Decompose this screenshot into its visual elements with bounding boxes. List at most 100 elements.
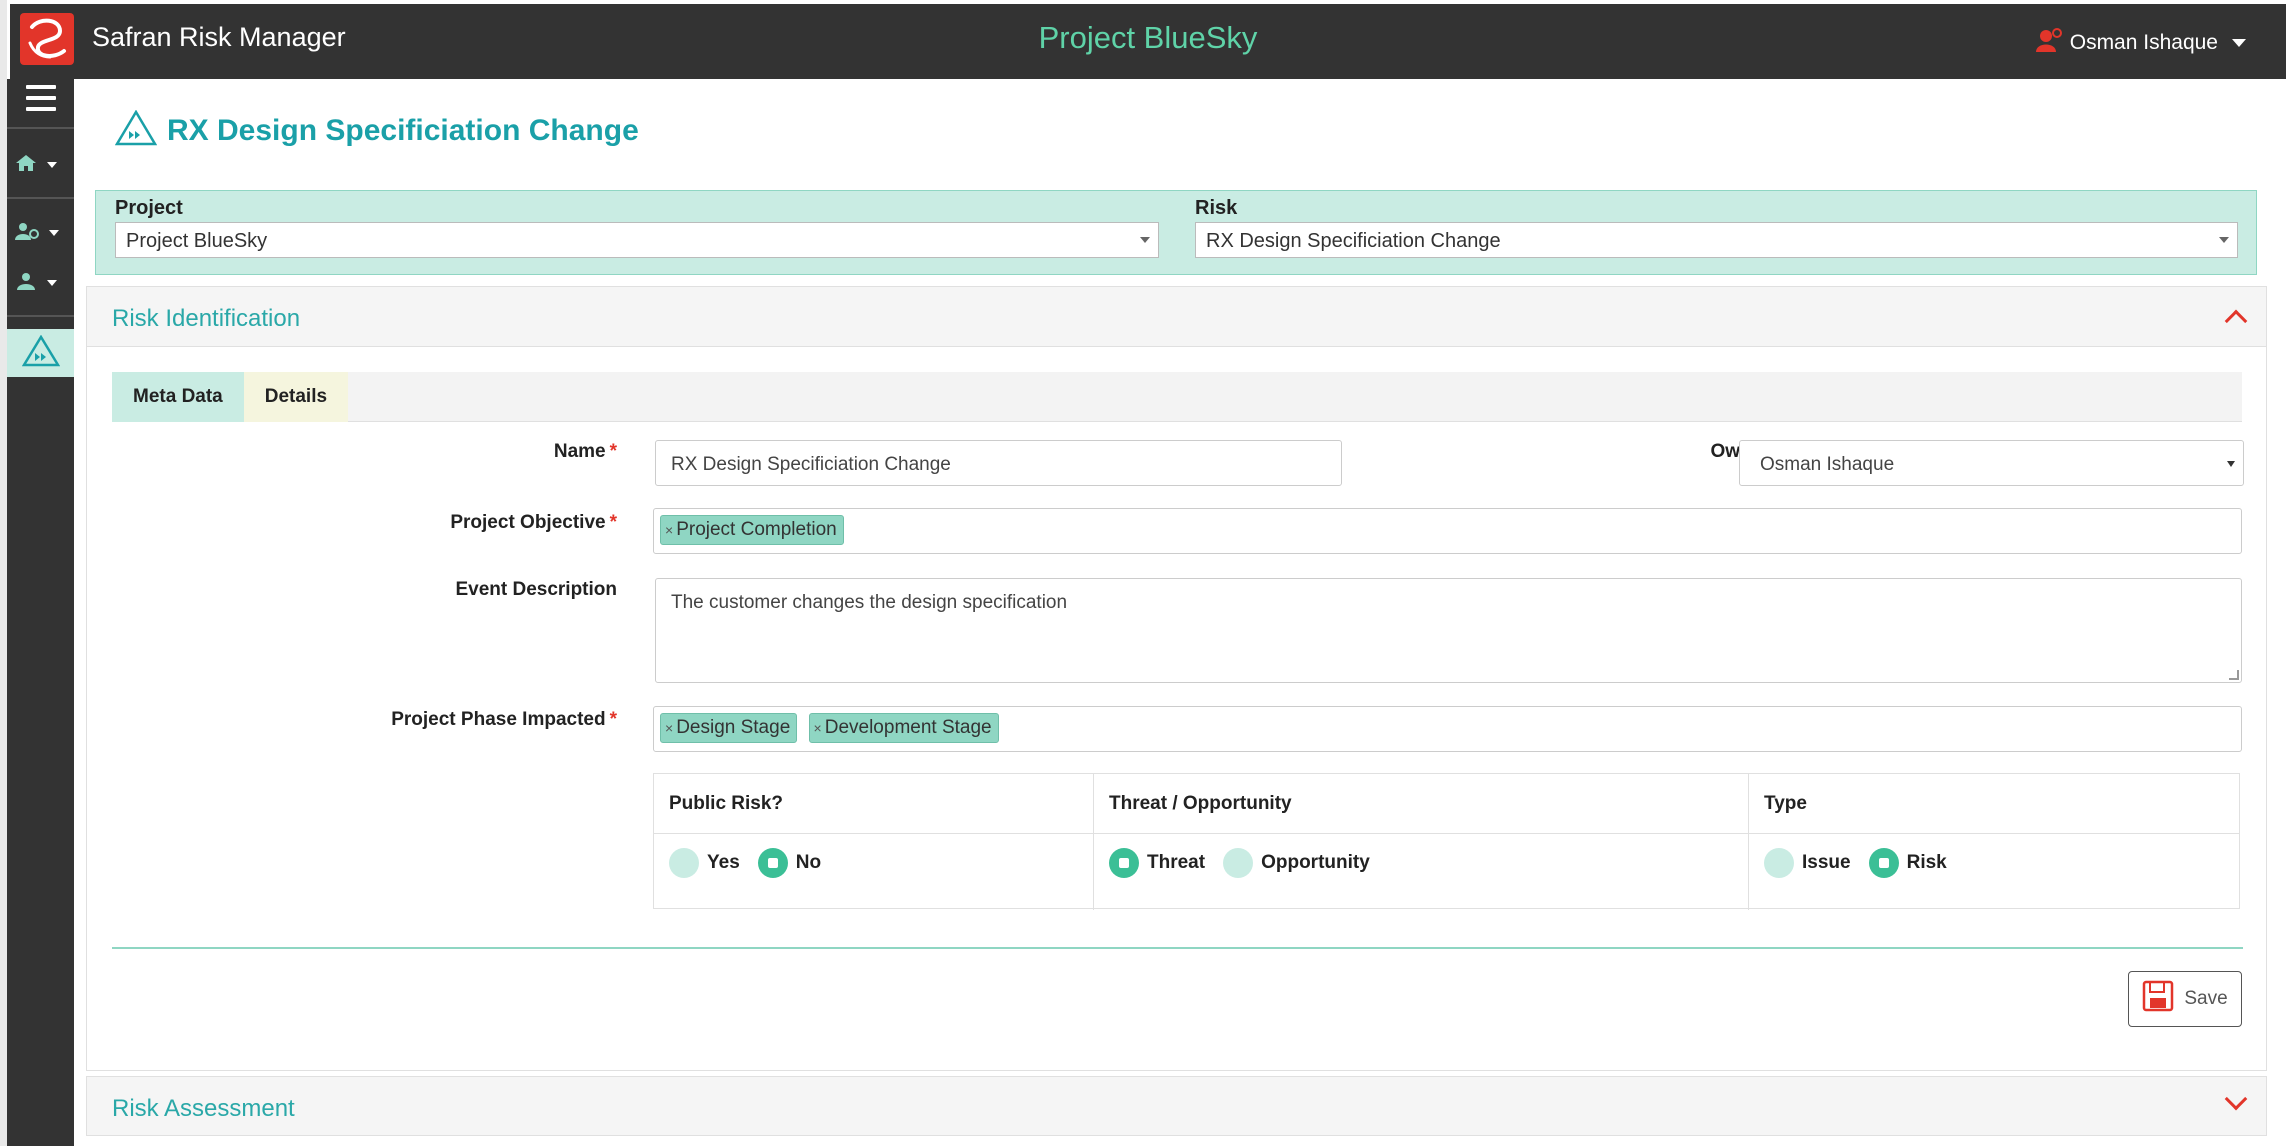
remove-tag-icon[interactable]: × [665, 720, 673, 736]
tab-details[interactable]: Details [243, 372, 349, 422]
project-phase-multiselect[interactable]: × Design Stage × Development Stage [653, 706, 2242, 752]
radio-dot [1764, 848, 1794, 878]
risk-select[interactable]: RX Design Specificiation Change [1195, 222, 2238, 258]
chevron-down-icon[interactable] [2224, 1087, 2248, 1111]
save-button[interactable]: Save [2128, 971, 2242, 1027]
radio-dot [1868, 848, 1899, 878]
project-phase-label-text: Project Phase Impacted [391, 709, 606, 730]
section-divider [112, 947, 2243, 949]
chevron-down-icon [2232, 39, 2246, 47]
public-risk-yes-radio[interactable]: Yes [669, 848, 740, 878]
sidebar-item-risk[interactable] [7, 329, 74, 377]
chevron-up-icon[interactable] [2224, 309, 2248, 333]
user-settings-icon [15, 222, 39, 245]
chevron-down-icon [47, 280, 57, 286]
risk-selector-label: Risk [1195, 197, 1238, 219]
risk-assessment-header[interactable]: Risk Assessment [86, 1076, 2267, 1136]
chevron-down-icon [2219, 237, 2229, 243]
user-menu[interactable]: Osman Ishaque [2035, 28, 2246, 58]
radio-dot [757, 848, 788, 878]
opportunity-radio[interactable]: Opportunity [1223, 848, 1370, 878]
radio-dot [1109, 848, 1139, 878]
name-input[interactable]: RX Design Specificiation Change [655, 440, 1342, 486]
sidebar-item-home[interactable] [7, 143, 74, 187]
owner-select-value: Osman Ishaque [1760, 454, 1895, 475]
project-selector: Project Project BlueSky [115, 197, 1159, 258]
required-mark: * [609, 441, 617, 462]
public-risk-column: Public Risk? Yes No [654, 774, 1094, 910]
threat-opportunity-header: Threat / Opportunity [1094, 774, 1748, 834]
sidebar [7, 79, 74, 1146]
required-mark: * [609, 709, 617, 730]
project-objective-label-text: Project Objective [450, 512, 606, 533]
user-alert-icon [2035, 28, 2062, 58]
chevron-down-icon [47, 162, 57, 168]
panel-title: Risk Assessment [112, 1095, 295, 1122]
page-title: RX Design Specificiation Change [167, 113, 639, 147]
threat-opportunity-column: Threat / Opportunity Threat Opportunity [1094, 774, 1749, 910]
sidebar-item-user-settings[interactable] [7, 211, 74, 255]
left-edge [0, 0, 7, 1146]
threat-radio[interactable]: Threat [1109, 848, 1205, 878]
radio-label: Issue [1802, 852, 1851, 873]
phase-tag-label: Design Stage [676, 717, 791, 738]
public-risk-no-radio[interactable]: No [757, 848, 822, 878]
radio-label: Opportunity [1261, 852, 1370, 873]
type-options: Issue Risk [1749, 834, 2239, 892]
current-project-title: Project BlueSky [1038, 20, 1258, 55]
save-button-label: Save [2184, 988, 2228, 1009]
tab-bar: Meta Data Details [112, 372, 2242, 422]
floppy-disk-icon [2142, 980, 2174, 1018]
name-input-value: RX Design Specificiation Change [671, 454, 951, 475]
phase-tag[interactable]: × Design Stage [660, 713, 798, 743]
top-navbar: Safran Risk Manager Project BlueSky Osma… [10, 4, 2286, 79]
owner-select[interactable]: Osman Ishaque [1739, 440, 2244, 486]
risk-options-table: Public Risk? Yes No Threat / Opportunity… [653, 773, 2240, 910]
radio-label: Yes [707, 852, 740, 873]
phase-tag-label: Development Stage [824, 717, 992, 738]
project-select-value: Project BlueSky [126, 230, 268, 252]
remove-tag-icon[interactable]: × [665, 522, 673, 538]
sidebar-divider [7, 127, 74, 129]
project-objective-label: Project Objective * [287, 512, 617, 534]
chevron-down-icon [49, 230, 59, 236]
event-description-label: Event Description [455, 579, 617, 600]
page-heading: RX Design Specificiation Change [114, 109, 639, 151]
chevron-down-icon [1140, 237, 1150, 243]
project-objective-multiselect[interactable]: × Project Completion [653, 508, 2242, 554]
radio-label: No [795, 852, 822, 873]
risk-identification-header[interactable]: Risk Identification [87, 287, 2266, 347]
context-selector-band: Project Project BlueSky Risk RX Design S… [95, 190, 2257, 275]
radio-label: Risk [1906, 852, 1947, 873]
objective-tag-label: Project Completion [676, 519, 837, 540]
project-phase-label: Project Phase Impacted * [287, 709, 617, 731]
risk-radio[interactable]: Risk [1868, 848, 1947, 878]
sidebar-item-user-admin[interactable] [7, 261, 74, 305]
event-description-textarea[interactable]: The customer changes the design specific… [655, 578, 2242, 683]
required-mark: * [609, 512, 617, 533]
radio-label: Threat [1147, 852, 1206, 873]
type-column: Type Issue Risk [1749, 774, 2239, 910]
tab-meta-data[interactable]: Meta Data [112, 372, 244, 422]
sidebar-divider [7, 197, 74, 199]
risk-select-value: RX Design Specificiation Change [1206, 230, 1501, 252]
remove-tag-icon[interactable]: × [814, 720, 822, 736]
risk-identification-panel: Risk Identification Meta Data Details Na… [86, 286, 2267, 1071]
type-header: Type [1749, 774, 2239, 834]
risk-triangle-icon [114, 109, 158, 151]
project-select[interactable]: Project BlueSky [115, 222, 1159, 258]
home-icon [15, 154, 37, 177]
sidebar-divider [7, 315, 74, 317]
risk-selector: Risk RX Design Specificiation Change [1195, 197, 2238, 258]
radio-dot [669, 848, 699, 878]
name-label-text: Name [553, 441, 606, 462]
name-label: Name * [287, 441, 617, 463]
objective-tag[interactable]: × Project Completion [660, 515, 844, 545]
project-selector-label: Project [115, 197, 183, 219]
event-description-value: The customer changes the design specific… [671, 592, 1068, 613]
hamburger-menu-icon[interactable] [26, 85, 56, 113]
phase-tag[interactable]: × Development Stage [808, 713, 999, 743]
resize-handle-icon[interactable] [2229, 670, 2239, 680]
threat-opportunity-options: Threat Opportunity [1094, 834, 1748, 892]
issue-radio[interactable]: Issue [1764, 848, 1851, 878]
